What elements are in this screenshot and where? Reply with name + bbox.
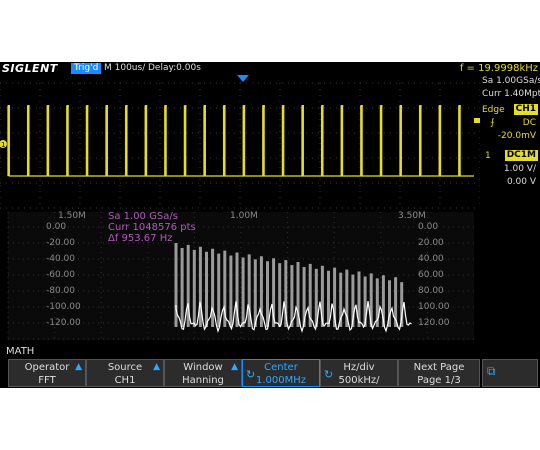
window-softkey[interactable]: Window Hanning ▲ (164, 359, 242, 387)
trigger-type: Edge (482, 105, 505, 115)
oscilloscope-screen: SIGLENT Trig'd M 100us/ Delay:0.00s f = … (0, 62, 540, 388)
network-icon: ⧉ (487, 364, 496, 378)
svg-text:1: 1 (1, 141, 5, 149)
status-bar: SIGLENT Trig'd M 100us/ Delay:0.00s f = … (0, 62, 540, 75)
right-info-panel: Sa 1.00GSa/s Curr 1.40Mpts Edge CH1 ⨍ DC… (480, 75, 540, 189)
db-tick: -20.00 (46, 238, 76, 248)
fft-resolution: Δf 953.67 Hz (108, 233, 173, 244)
db-tick: 100.00 (418, 302, 450, 312)
source-softkey[interactable]: Source CH1 ▲ (86, 359, 164, 387)
softkey-value: Page 1/3 (417, 375, 461, 386)
db-tick: -80.00 (46, 286, 76, 296)
softkey-bar: Operator FFT ▲ Source CH1 ▲ Window Hanni… (0, 358, 540, 388)
softkey-title: Next Page (413, 362, 465, 373)
up-arrow-icon: ▲ (231, 362, 238, 372)
softkey-title: Operator (24, 362, 70, 373)
rising-edge-icon: ⨍ (490, 118, 495, 128)
db-tick: -120.00 (46, 318, 81, 328)
up-arrow-icon: ▲ (75, 362, 82, 372)
next-page-softkey[interactable]: Next Page Page 1/3 (398, 359, 480, 387)
freq-tick: 1.50M (58, 211, 86, 221)
channel-number: 1 (485, 151, 491, 161)
trigger-status-badge: Trig'd (71, 63, 102, 74)
trigger-source-badge: CH1 (513, 104, 538, 115)
freq-tick: 3.50M (398, 211, 426, 221)
fft-points: Curr 1048576 pts (108, 222, 196, 233)
softkey-value: Hanning (182, 375, 224, 386)
sample-rate: Sa 1.00GSa/s (482, 76, 540, 86)
db-tick: 120.00 (418, 318, 450, 328)
trigger-type-row[interactable]: Edge CH1 (480, 104, 540, 117)
ch1-offset: 0.00 V (506, 177, 536, 187)
math-menu-title: MATH (6, 346, 35, 357)
db-tick: -40.00 (46, 254, 76, 264)
up-arrow-icon: ▲ (153, 362, 160, 372)
softkey-title: Window (183, 362, 223, 373)
rotary-knob-icon: ↻ (246, 368, 256, 381)
frequency-counter: f = 19.9998kHz (459, 63, 538, 74)
channel1-header[interactable]: 1 DC1M (480, 150, 540, 163)
db-tick: 60.00 (418, 270, 444, 280)
trigger-position-marker (237, 75, 249, 82)
hz-div-softkey[interactable]: ↻ Hz/div 500kHz/ (320, 359, 398, 387)
ch1-volts-div: 1.00 V/ (503, 164, 536, 174)
db-tick: 0.00 (46, 222, 67, 232)
trigger-slope-row[interactable]: ⨍ DC (480, 117, 540, 130)
trigger-coupling: DC (522, 118, 536, 128)
softkey-value: FFT (38, 375, 56, 386)
ch1-waveform (7, 105, 474, 177)
db-tick: -60.00 (46, 270, 76, 280)
db-tick: 0.00 (418, 222, 439, 232)
network-status: ⧉ (482, 359, 538, 387)
ch1-coupling-badge: DC1M (504, 150, 538, 161)
trigger-level: -20.0mV (497, 131, 536, 141)
delay-readout: Delay:0.00s (148, 63, 201, 73)
fft-sample-rate: Sa 1.00 GSa/s (108, 211, 178, 222)
center-softkey[interactable]: ↻ Center 1.000MHz (242, 359, 320, 387)
operator-softkey[interactable]: Operator FFT ▲ (8, 359, 86, 387)
softkey-value: CH1 (114, 375, 136, 386)
memory-depth: Curr 1.40Mpts (482, 89, 540, 99)
db-tick: 40.00 (418, 254, 444, 264)
db-tick: 80.00 (418, 286, 444, 296)
db-tick: -100.00 (46, 302, 81, 312)
freq-tick: 1.00M (230, 211, 258, 221)
rotary-knob-icon: ↻ (324, 368, 334, 381)
timebase-readout: M 100us/ (104, 63, 146, 73)
db-tick: 20.00 (418, 238, 444, 248)
softkey-title: Source (107, 362, 143, 373)
brand-logo: SIGLENT (2, 62, 58, 75)
